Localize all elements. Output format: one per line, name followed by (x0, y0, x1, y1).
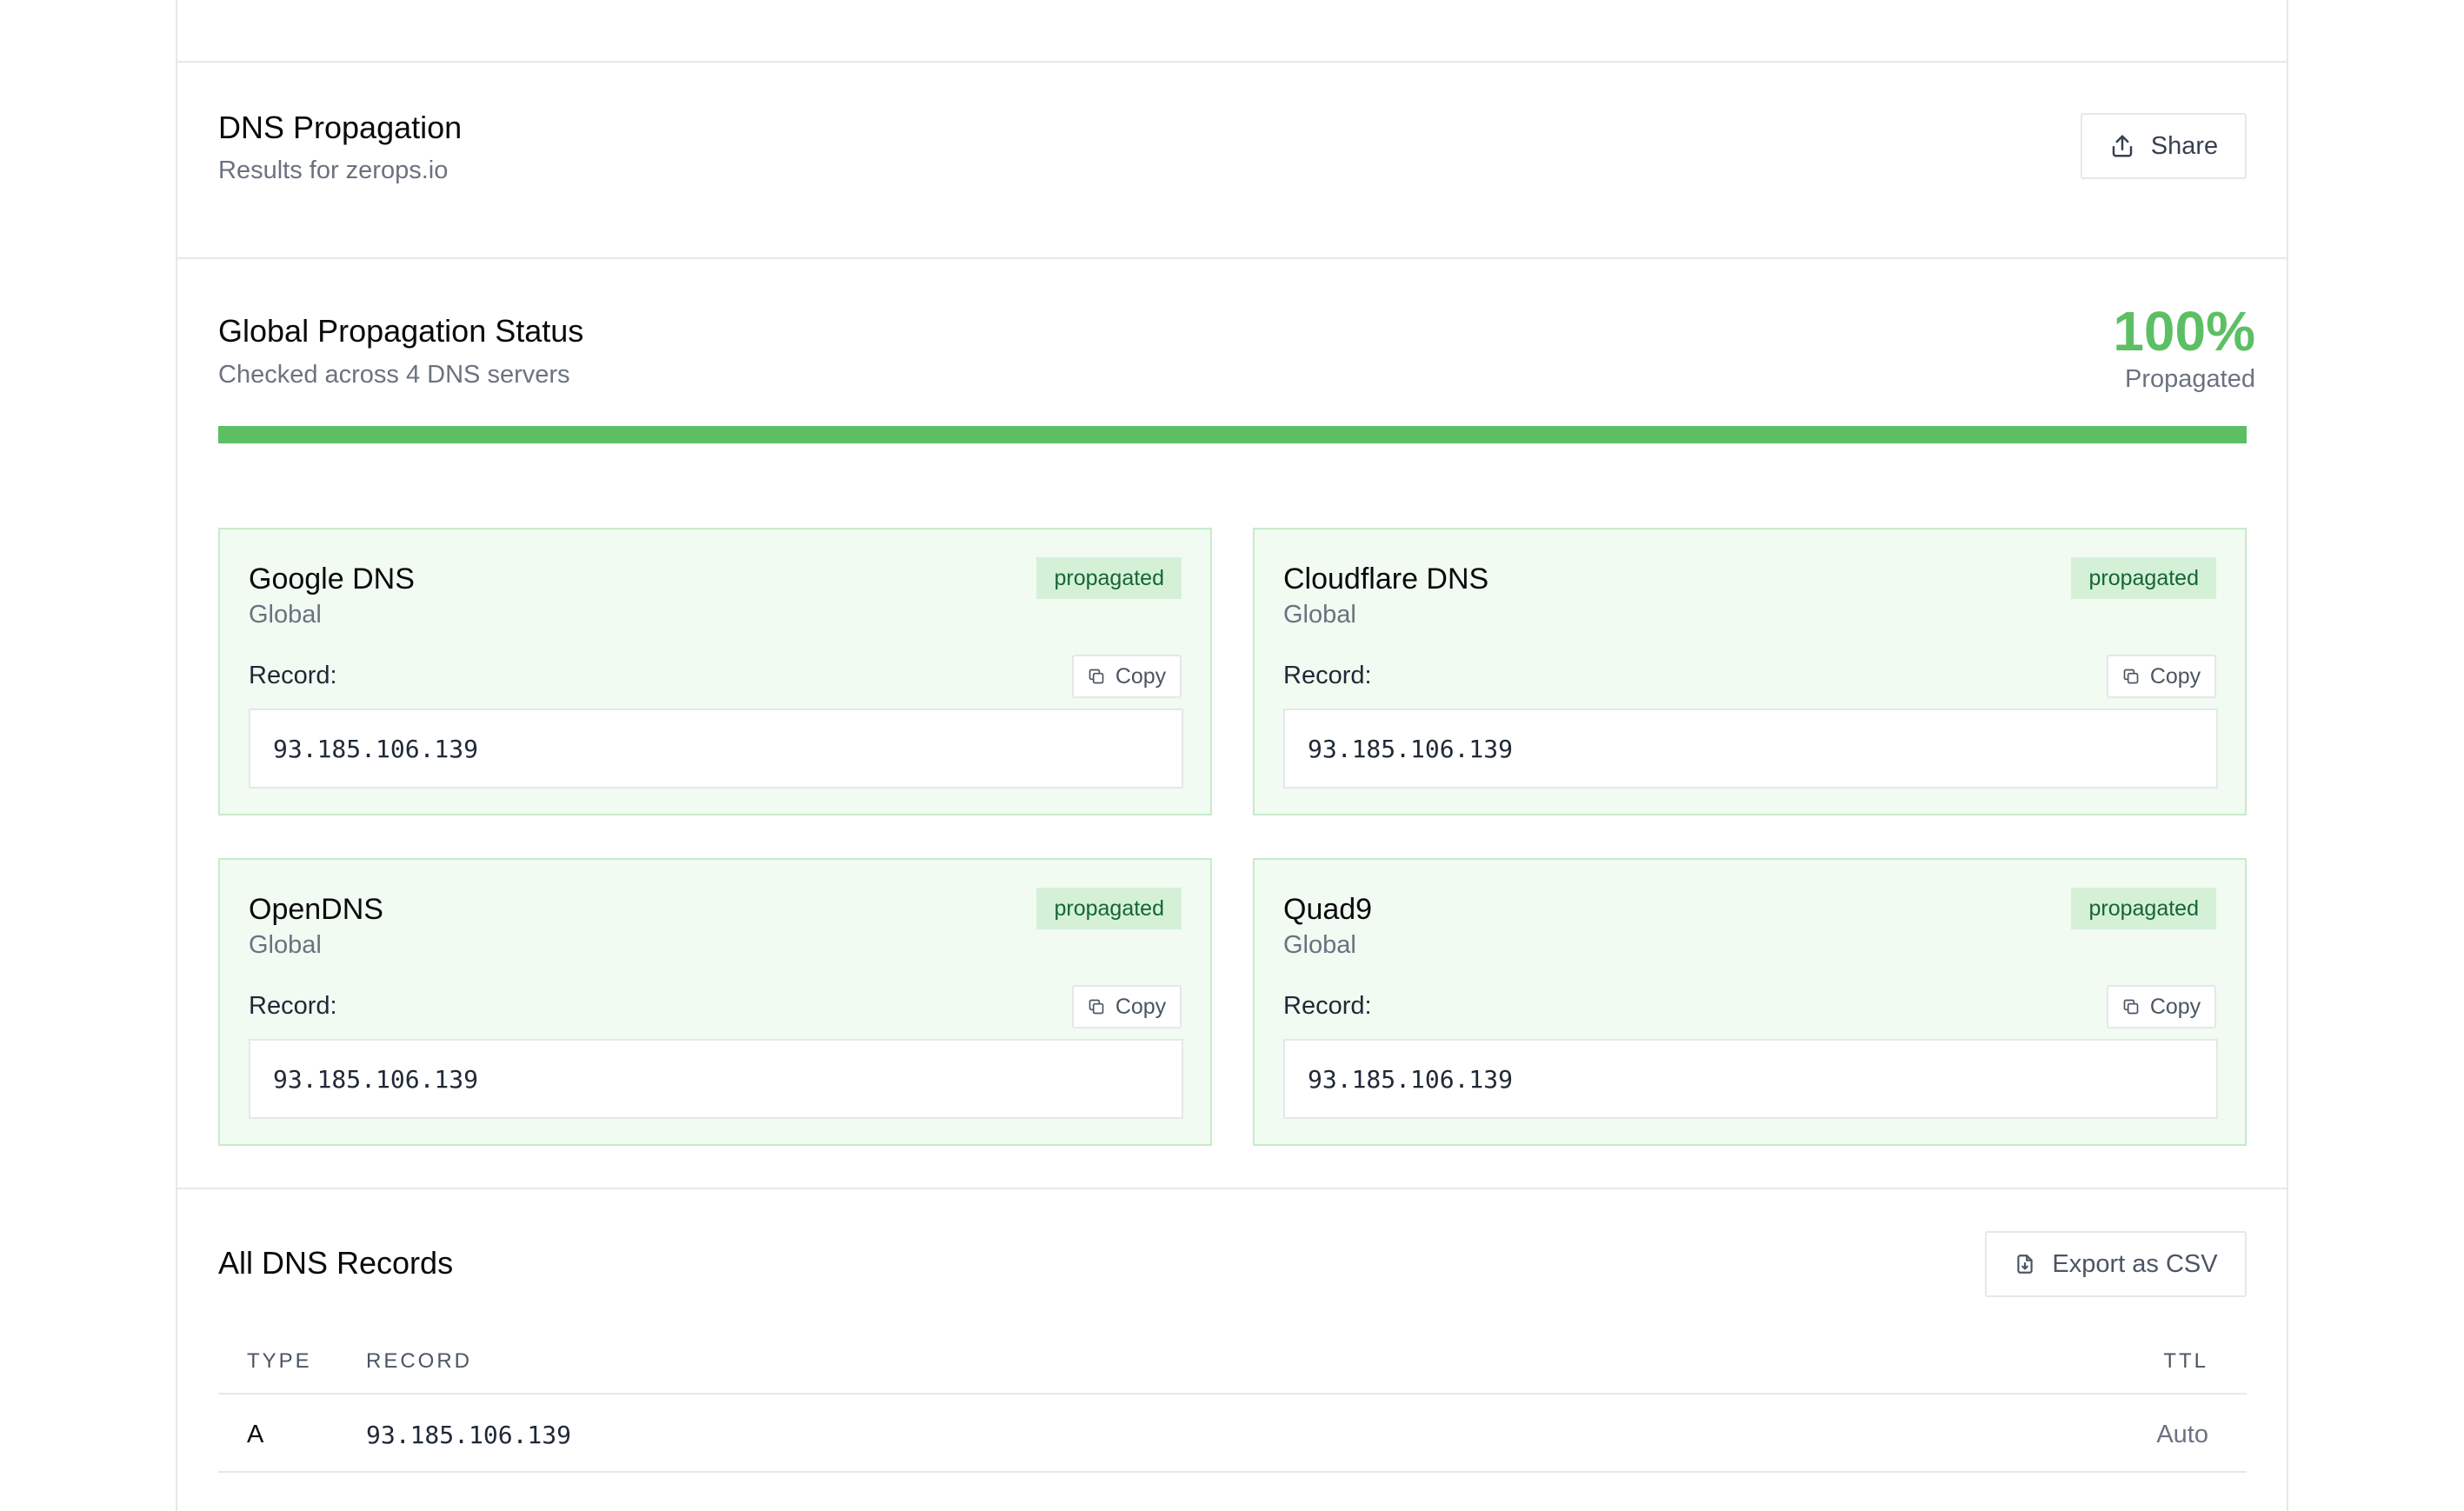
record-type: A (247, 1421, 264, 1448)
page-title: DNS Propagation (218, 110, 463, 145)
copy-button-label: Copy (1115, 994, 1167, 1019)
copy-button-label: Copy (2149, 663, 2201, 689)
server-region: Global (1283, 931, 1356, 959)
status-badge: propagated (1036, 557, 1182, 599)
column-header-type: TYPE (247, 1349, 312, 1373)
status-subtitle: Checked across 4 DNS servers (218, 361, 570, 389)
server-region: Global (249, 931, 322, 959)
column-header-ttl: TTL (2163, 1349, 2208, 1373)
record-label: Record: (249, 662, 337, 689)
server-card-cloudflare: Cloudflare DNS Global propagated Record:… (1253, 528, 2247, 815)
propagation-percent-label: Propagated (2125, 365, 2255, 393)
record-ttl: Auto (2156, 1421, 2208, 1448)
copy-icon (2123, 999, 2139, 1015)
server-region: Global (249, 601, 322, 629)
copy-icon (2123, 669, 2139, 684)
propagation-percent: 100% (2113, 300, 2255, 363)
server-card-opendns: OpenDNS Global propagated Record: Copy 9… (218, 858, 1212, 1146)
record-value: 93.185.106.139 (249, 1039, 1183, 1119)
copy-button[interactable]: Copy (1072, 985, 1182, 1028)
record-value: 93.185.106.139 (1283, 1039, 2218, 1119)
share-button-label: Share (2150, 131, 2219, 160)
status-title: Global Propagation Status (218, 313, 584, 349)
server-name: Cloudflare DNS (1283, 562, 1489, 596)
copy-icon (1089, 669, 1104, 684)
share-button[interactable]: Share (2081, 113, 2247, 179)
record-label: Record: (1283, 662, 1372, 689)
status-badge: propagated (1036, 888, 1182, 929)
server-region: Global (1283, 601, 1356, 629)
copy-button[interactable]: Copy (1072, 655, 1182, 698)
column-header-record: RECORD (366, 1349, 473, 1373)
copy-button-label: Copy (1115, 663, 1167, 689)
copy-button[interactable]: Copy (2107, 655, 2216, 698)
status-badge: propagated (2071, 888, 2216, 929)
propagation-progress-bar (218, 426, 2247, 443)
copy-icon (1089, 999, 1104, 1015)
divider (176, 61, 2288, 63)
export-csv-button[interactable]: Export as CSV (1985, 1231, 2247, 1297)
records-title: All DNS Records (218, 1245, 454, 1281)
status-badge: propagated (2071, 557, 2216, 599)
copy-button-label: Copy (2149, 994, 2201, 1019)
table-divider (218, 1393, 2247, 1395)
record-label: Record: (1283, 992, 1372, 1020)
divider (176, 257, 2288, 259)
table-divider (218, 1471, 2247, 1473)
record-value: 93.185.106.139 (249, 709, 1183, 789)
page-subtitle: Results for zerops.io (218, 156, 449, 184)
record-label: Record: (249, 992, 337, 1020)
share-icon (2112, 135, 2133, 157)
record-value: 93.185.106.139 (366, 1421, 572, 1449)
server-name: OpenDNS (249, 893, 383, 926)
copy-button[interactable]: Copy (2107, 985, 2216, 1028)
export-csv-label: Export as CSV (2052, 1249, 2218, 1278)
server-card-quad9: Quad9 Global propagated Record: Copy 93.… (1253, 858, 2247, 1146)
server-name: Google DNS (249, 562, 415, 596)
divider (176, 1188, 2288, 1189)
server-card-google: Google DNS Global propagated Record: Cop… (218, 528, 1212, 815)
server-name: Quad9 (1283, 893, 1373, 926)
record-value: 93.185.106.139 (1283, 709, 2218, 789)
file-download-icon (2017, 1255, 2034, 1274)
propagation-progress-fill (218, 426, 2247, 443)
